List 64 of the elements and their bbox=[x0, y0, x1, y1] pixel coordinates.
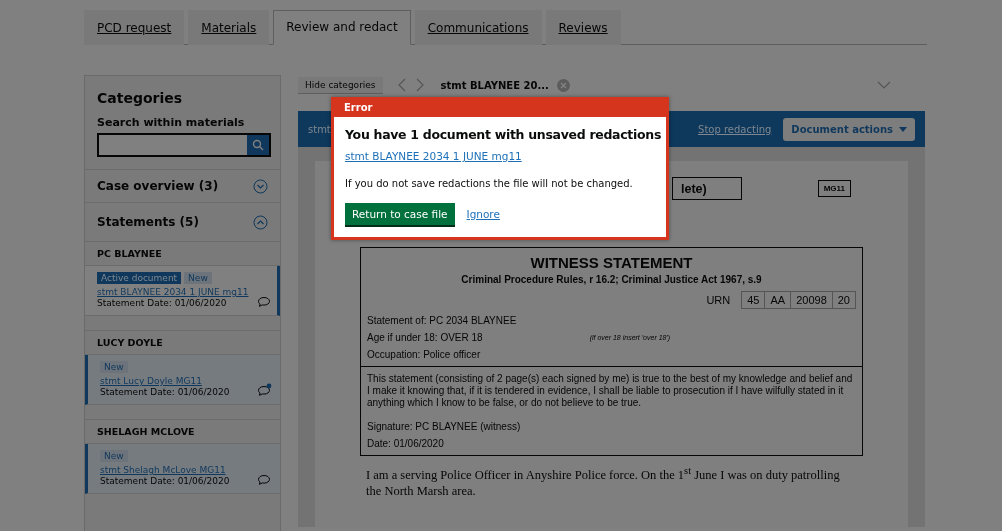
statement-subheading: Criminal Procedure Rules, r 16.2; Criminal Justice Act 1967, s.9 bbox=[460, 274, 763, 285]
document-card[interactable]: New stmt Shelagh McLove MG11 Statement Date: 01/06/2020 bbox=[85, 444, 280, 494]
document-title: stmt bbox=[308, 123, 331, 135]
search-label: Search within materials bbox=[96, 116, 246, 131]
document-link[interactable]: stmt BLAYNEE 2034 1 JUNE mg11 bbox=[97, 287, 249, 297]
chevron-up-icon[interactable] bbox=[253, 214, 268, 230]
search-field[interactable] bbox=[97, 133, 271, 157]
document-tab[interactable]: stmt BLAYNEE 20... bbox=[440, 79, 549, 91]
statement-date: Statement Date: 01/06/2020 bbox=[97, 298, 227, 308]
chevron-left-icon[interactable] bbox=[396, 77, 407, 93]
document-actions-button[interactable]: Document actions bbox=[783, 117, 915, 141]
error-header: Error bbox=[343, 101, 374, 115]
chevron-right-icon[interactable] bbox=[414, 77, 425, 93]
statement-of: Statement of: PC 2034 BLAYNEE bbox=[367, 315, 518, 326]
panel-heading: Categories bbox=[96, 89, 184, 108]
document-link[interactable]: stmt Shelagh McLove MG11 bbox=[100, 465, 226, 475]
statement-date: Statement Date: 01/06/2020 bbox=[100, 387, 230, 397]
error-title: You have 1 document with unsaved redactions bbox=[345, 127, 662, 142]
tab[interactable]: Communications bbox=[414, 10, 542, 45]
new-tag: New bbox=[184, 272, 212, 284]
new-tag: New bbox=[100, 450, 128, 462]
tab[interactable]: PCD request bbox=[84, 10, 185, 45]
section-title: Statements (5) bbox=[97, 215, 199, 229]
urn-cell: AA bbox=[764, 291, 792, 309]
close-icon[interactable] bbox=[556, 78, 570, 92]
urn-cell: 45 bbox=[741, 291, 766, 309]
ignore-link[interactable]: Ignore bbox=[466, 208, 500, 220]
section-header[interactable]: Case overview (3) bbox=[85, 169, 280, 202]
error-message: If you do not save redactions the file will not be changed. bbox=[345, 178, 633, 189]
date-field: Date: 01/06/2020 bbox=[367, 438, 856, 449]
occupation-field: Occupation: Police officer bbox=[367, 349, 856, 360]
urn-cell: 20 bbox=[831, 291, 856, 309]
caret-icon bbox=[899, 126, 907, 132]
return-button[interactable]: Return to case file bbox=[345, 203, 455, 225]
comment-icon[interactable] bbox=[257, 294, 272, 308]
search-button[interactable] bbox=[247, 135, 269, 155]
urn-cell: 20098 bbox=[790, 291, 833, 309]
comment-icon[interactable] bbox=[257, 383, 272, 397]
tab[interactable]: Materials bbox=[188, 10, 270, 45]
stop-redacting-link[interactable]: Stop redacting bbox=[698, 123, 772, 135]
chevron-down-icon[interactable] bbox=[877, 80, 891, 90]
document-link[interactable]: stmt Lucy Doyle MG11 bbox=[100, 376, 202, 386]
form-title-box: lete) bbox=[672, 176, 742, 200]
statement-heading: WITNESS STATEMENT bbox=[529, 254, 694, 271]
comment-icon[interactable] bbox=[257, 472, 272, 486]
section-header[interactable]: Statements (5) bbox=[85, 202, 280, 241]
search-icon bbox=[252, 139, 264, 151]
active-tag: Active document bbox=[97, 272, 182, 284]
signature-field: Signature: PC BLAYNEE (witness) bbox=[367, 421, 856, 432]
tab[interactable]: Review and redact bbox=[273, 10, 411, 45]
chevron-down-icon[interactable] bbox=[253, 178, 268, 194]
form-tag: MG11 bbox=[817, 179, 851, 197]
new-tag: New bbox=[100, 361, 128, 373]
document-card[interactable]: New stmt Lucy Doyle MG11 Statement Date: 01/06/2020 bbox=[85, 355, 280, 405]
hide-categories-button[interactable]: Hide categories bbox=[298, 76, 383, 94]
age-field: Age if under 18: OVER 18 bbox=[367, 332, 483, 343]
statement-date: Statement Date: 01/06/2020 bbox=[100, 476, 230, 486]
statement-body: I am a serving Police Officer in Anyshire Police force. On the 1$^{st}$ June I was on duty patrolling the North Marsh area. bbox=[366, 464, 841, 500]
document-card[interactable]: Active document New stmt BLAYNEE 2034 1 JUNE mg11 Statement Date: 01/06/2020 bbox=[85, 266, 280, 316]
tab[interactable]: Reviews bbox=[545, 10, 621, 45]
declaration-text: This statement (consisting of 2 page(s) each signed by me) is true to the best of my knowledge and belief and I make it knowing that, if it is tendered in evidence, I shall be liable to prosecution if I have wilfully stated in it anything which I know to be false, or do not believe to be true. bbox=[367, 373, 854, 409]
document-link[interactable]: stmt BLAYNEE 2034 1 JUNE mg11 bbox=[345, 150, 522, 162]
urn-label: URN bbox=[706, 294, 731, 306]
section-title: Case overview (3) bbox=[97, 179, 219, 193]
